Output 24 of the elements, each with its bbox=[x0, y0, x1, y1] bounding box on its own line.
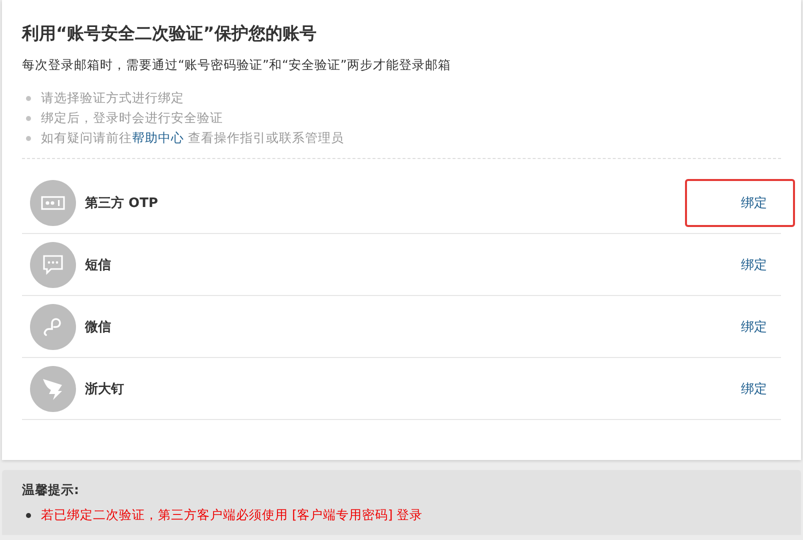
bullet-dot bbox=[26, 136, 31, 140]
method-name: 浙大钉 bbox=[85, 380, 125, 398]
wechat-icon bbox=[30, 304, 76, 350]
bullet-dot bbox=[26, 512, 31, 518]
note-text: 绑定后，登录时会进行安全验证 bbox=[41, 109, 223, 127]
note-text: 如有疑问请前往帮助中心 查看操作指引或联系管理员 bbox=[41, 129, 344, 147]
tip-text: 若已绑定二次验证，第三方客户端必须使用 [客户端专用密码] 登录 bbox=[41, 506, 423, 524]
help-center-link[interactable]: 帮助中心 bbox=[132, 130, 184, 145]
bullet-dot bbox=[26, 116, 31, 120]
otp-icon bbox=[30, 180, 76, 226]
sms-icon bbox=[30, 242, 76, 288]
bind-button[interactable]: 绑定 bbox=[685, 364, 795, 412]
bind-button[interactable]: 绑定 bbox=[685, 178, 795, 226]
bullet-dot bbox=[26, 96, 31, 100]
bind-button[interactable]: 绑定 bbox=[685, 240, 795, 288]
method-name: 第三方 OTP bbox=[85, 194, 159, 212]
description-text: 每次登录邮箱时，需要通过“账号密码验证”和“安全验证”两步才能登录邮箱 bbox=[22, 57, 452, 74]
bind-button[interactable]: 绑定 bbox=[685, 302, 795, 350]
method-name: 短信 bbox=[85, 256, 112, 274]
note-text: 请选择验证方式进行绑定 bbox=[41, 89, 184, 107]
dingtalk-icon bbox=[30, 366, 76, 412]
method-name: 微信 bbox=[85, 318, 112, 336]
tips-title: 温馨提示: bbox=[22, 482, 80, 499]
page-title: 利用“账号安全二次验证”保护您的账号 bbox=[22, 23, 318, 45]
